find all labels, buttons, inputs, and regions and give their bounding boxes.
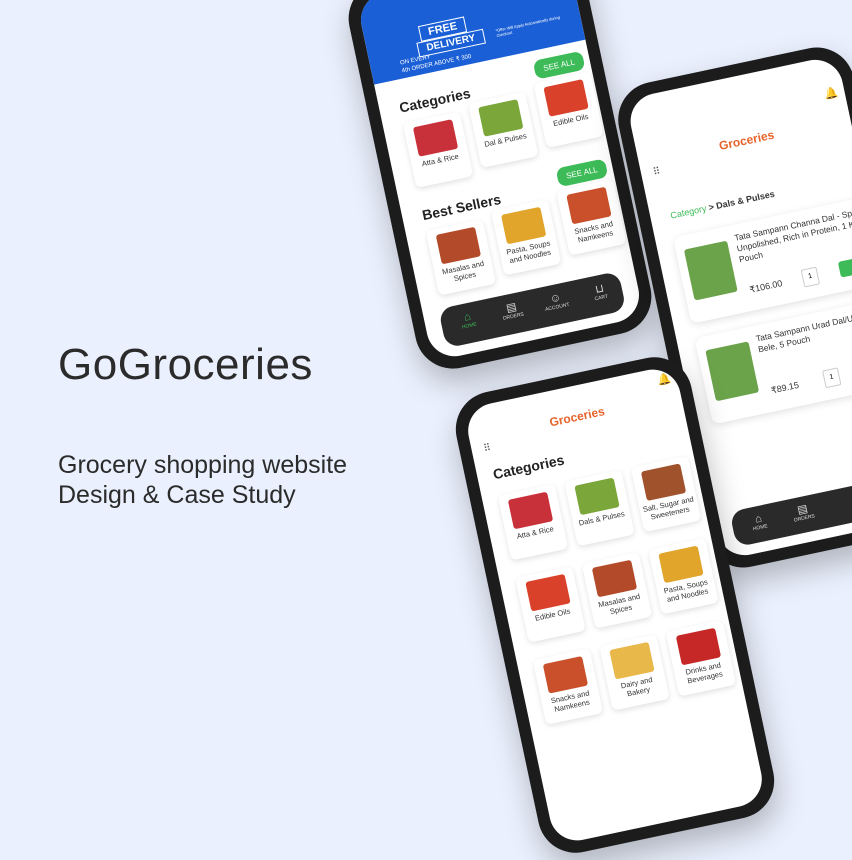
add-to-cart-button[interactable] bbox=[837, 257, 852, 278]
subtitle-line-1: Grocery shopping website bbox=[58, 451, 348, 479]
category-card[interactable]: Dal & Pulses bbox=[468, 91, 539, 169]
quantity-stepper[interactable]: 1 bbox=[800, 266, 821, 288]
product-price: ₹89.15 bbox=[770, 379, 800, 396]
salt-sugar-image bbox=[640, 463, 687, 502]
category-card[interactable]: Masalas and Spices bbox=[581, 551, 653, 629]
bottom-nav: ⌂ HOME ▤ ORDERS bbox=[729, 473, 852, 548]
snacks-image bbox=[542, 656, 589, 694]
category-card[interactable]: Drinks and Beverages bbox=[665, 619, 737, 697]
nav-orders[interactable]: ▤ ORDERS bbox=[785, 500, 822, 525]
quantity-stepper[interactable]: 1 bbox=[822, 367, 842, 389]
pasta-image bbox=[500, 206, 547, 245]
phone-home-screen: FREE DELIVERY ON EVERY 4th ORDER ABOVE ₹… bbox=[355, 0, 645, 362]
atta-rice-image bbox=[412, 119, 459, 157]
category-card[interactable]: Snacks and Namkeens bbox=[532, 648, 604, 725]
brand-title: GoGroceries bbox=[58, 340, 313, 389]
edible-oils-image bbox=[543, 79, 589, 117]
category-card[interactable]: Dairy and Bakery bbox=[599, 634, 670, 711]
menu-grid-icon[interactable]: ⠿ bbox=[652, 166, 661, 178]
snacks-image bbox=[566, 186, 612, 225]
nav-home[interactable]: ⌂ HOME bbox=[450, 308, 487, 333]
product-image bbox=[705, 341, 760, 402]
bell-icon[interactable]: 🔔 bbox=[823, 85, 840, 101]
product-name: Tata Sampann Urad Dal/Uddina Bele, 5 Pou… bbox=[754, 308, 852, 355]
pasta-image bbox=[658, 545, 704, 584]
product-image bbox=[683, 240, 738, 301]
logo[interactable]: Groceries bbox=[548, 404, 606, 429]
category-card[interactable]: Atta & Rice bbox=[402, 111, 474, 189]
category-card[interactable]: Dals & Pulses bbox=[564, 469, 635, 547]
nav-cart-label: CART bbox=[594, 293, 609, 303]
best-seller-card[interactable]: Snacks and Namkeens bbox=[556, 178, 627, 256]
category-card[interactable]: Salt, Sugar and Sweeteners bbox=[630, 455, 702, 533]
product-card[interactable]: Tata Sampann Channa Dal - Split, Unpolis… bbox=[673, 196, 852, 324]
nav-account[interactable]: ☺ ACCOUNT bbox=[538, 289, 575, 314]
banner-fineprint: *Offer Will Apply Automatically during c… bbox=[495, 14, 561, 38]
dairy-bakery-image bbox=[609, 641, 655, 680]
category-card[interactable]: Edible Oils bbox=[533, 71, 604, 149]
best-seller-card[interactable]: Pasta, Soups and Noodles bbox=[490, 198, 562, 276]
logo[interactable]: Groceries bbox=[718, 128, 776, 153]
drinks-image bbox=[675, 627, 722, 666]
breadcrumb-link[interactable]: Category bbox=[669, 203, 707, 220]
masalas-image bbox=[591, 559, 638, 598]
category-card[interactable]: Pasta, Soups and Noodles bbox=[648, 537, 719, 615]
edible-oils-image bbox=[525, 573, 571, 612]
categories-heading: Categories bbox=[491, 451, 566, 483]
masalas-image bbox=[435, 226, 482, 265]
hero-subtitle: Grocery shopping website Design & Case S… bbox=[58, 450, 347, 510]
bell-icon[interactable]: 🔔 bbox=[656, 372, 672, 388]
nav-home[interactable]: ⌂ HOME bbox=[741, 510, 778, 535]
breadcrumb: Category > Dals & Pulses bbox=[669, 189, 775, 221]
product-name: Tata Sampann Channa Dal - Split, Unpolis… bbox=[733, 206, 852, 265]
product-price: ₹106.00 bbox=[748, 278, 784, 295]
breadcrumb-current: > Dals & Pulses bbox=[707, 188, 776, 213]
nav-cart[interactable]: ⊔ CART bbox=[582, 280, 619, 305]
best-seller-card[interactable]: Masalas and Spices bbox=[425, 219, 497, 296]
atta-rice-image bbox=[507, 491, 554, 530]
dals-pulses-image bbox=[574, 477, 620, 516]
category-card[interactable]: Atta & Rice bbox=[497, 483, 569, 561]
subtitle-line-2: Design & Case Study bbox=[58, 481, 296, 509]
category-card[interactable]: Edible Oils bbox=[515, 566, 586, 643]
dal-pulses-image bbox=[478, 99, 524, 137]
best-sellers-heading: Best Sellers bbox=[420, 190, 503, 224]
phone-home: FREE DELIVERY ON EVERY 4th ORDER ABOVE ₹… bbox=[341, 0, 659, 376]
categories-heading: Categories bbox=[397, 84, 472, 116]
nav-orders[interactable]: ▤ ORDERS bbox=[494, 298, 531, 323]
menu-grid-icon[interactable]: ⠿ bbox=[483, 442, 492, 454]
